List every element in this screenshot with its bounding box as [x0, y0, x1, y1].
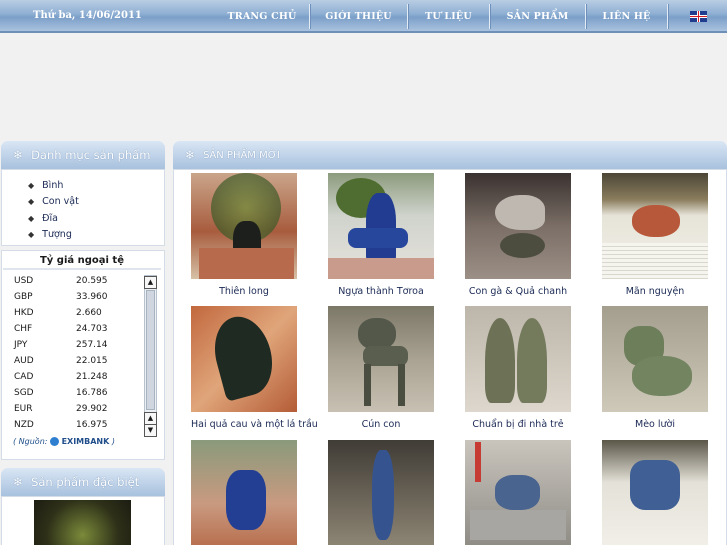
rate-scrollbar[interactable]: ▲ ▲ ▼ — [144, 275, 157, 437]
new-products-title: SẢN PHẨM MỚI — [203, 149, 280, 161]
nav-contact[interactable]: LIÊN HỆ — [586, 0, 667, 33]
category-item-tuong[interactable]: ◆ Tượng — [28, 227, 79, 244]
bullet-icon: ◆ — [28, 180, 35, 190]
rate-row: NZD 16.975 — [14, 420, 108, 430]
product-image[interactable] — [602, 440, 708, 545]
product-image[interactable] — [191, 440, 297, 545]
rate-row: JPY 257.14 — [14, 340, 108, 350]
special-products-header: ❄ Sản phẩm đặc biệt — [1, 468, 165, 496]
product-card[interactable]: Ngựa thành Tơroa — [328, 173, 434, 297]
product-card[interactable] — [191, 440, 297, 545]
product-image[interactable] — [328, 173, 434, 279]
rate-row: GBP 33.960 — [14, 292, 108, 302]
bullet-icon: ◆ — [28, 197, 35, 207]
new-products-header: ❄ SẢN PHẨM MỚI — [173, 141, 727, 169]
scroll-up-icon[interactable]: ▲ — [144, 276, 157, 289]
category-list: ◆ Bình ◆ Con vật ◆ Đĩa ◆ Tượng — [28, 177, 79, 243]
product-name[interactable]: Mèo lười — [602, 419, 708, 430]
nav-home[interactable]: TRANG CHỦ — [215, 0, 309, 33]
categories-box — [1, 169, 165, 246]
product-name[interactable]: Chuẩn bị đi nhà trẻ — [465, 419, 571, 430]
product-image[interactable] — [191, 306, 297, 412]
nav-about[interactable]: GIỚI THIỆU — [310, 0, 407, 33]
snowflake-icon: ❄ — [13, 148, 24, 162]
product-name[interactable]: Ngựa thành Tơroa — [328, 286, 434, 297]
snowflake-icon: ❄ — [185, 148, 196, 162]
uk-flag-icon[interactable] — [690, 11, 707, 22]
product-name[interactable]: Hai quả cau và một lá trầu — [191, 419, 318, 430]
product-image[interactable] — [328, 306, 434, 412]
product-card[interactable] — [465, 440, 571, 545]
product-image[interactable] — [465, 306, 571, 412]
category-item-dia[interactable]: ◆ Đĩa — [28, 210, 79, 227]
rate-row: CAD 21.248 — [14, 372, 108, 382]
snowflake-icon: ❄ — [13, 475, 24, 489]
categories-header: ❄ Danh mục sản phẩm — [1, 141, 165, 169]
rate-row: AUD 22.015 — [14, 356, 108, 366]
special-products-title: Sản phẩm đặc biệt — [31, 475, 140, 489]
product-card[interactable]: Con gà & Quả chanh — [465, 173, 571, 297]
rate-row: USD 20.595 — [14, 276, 108, 286]
product-card[interactable]: Mèo lười — [602, 306, 708, 430]
top-nav-bar: Thứ ba, 14/06/2011 TRANG CHỦ GIỚI THIỆU … — [0, 0, 727, 33]
rate-row: SGD 16.786 — [14, 388, 108, 398]
product-name[interactable]: Mãn nguyện — [602, 286, 708, 297]
rate-row: EUR 29.902 — [14, 404, 108, 414]
rate-source: ( Nguồn: EXIMBANK ) — [13, 437, 115, 446]
product-card[interactable]: Thiên long — [191, 173, 297, 297]
bullet-icon: ◆ — [28, 230, 35, 240]
product-image[interactable] — [602, 306, 708, 412]
categories-title: Danh mục sản phẩm — [31, 148, 151, 162]
nav-divider — [667, 4, 668, 29]
product-card[interactable]: Cún con — [328, 306, 434, 430]
product-card[interactable]: Chuẩn bị đi nhà trẻ — [465, 306, 571, 430]
product-image[interactable] — [191, 173, 297, 279]
product-image[interactable] — [328, 440, 434, 545]
product-card[interactable] — [602, 440, 708, 545]
exchange-rate-title: Tỷ giá ngoại tệ — [3, 252, 161, 270]
category-item-binh[interactable]: ◆ Bình — [28, 177, 79, 194]
product-card[interactable] — [328, 440, 434, 545]
product-card[interactable]: Hai quả cau và một lá trầu — [191, 306, 318, 430]
nav-products[interactable]: SẢN PHẨM — [490, 0, 585, 33]
current-date: Thứ ba, 14/06/2011 — [33, 10, 142, 21]
product-image[interactable] — [465, 440, 571, 545]
category-item-con-vat[interactable]: ◆ Con vật — [28, 194, 79, 211]
product-image[interactable] — [465, 173, 571, 279]
eximbank-logo-icon — [50, 437, 60, 446]
special-product-image[interactable] — [34, 500, 131, 545]
product-card[interactable]: Mãn nguyện — [602, 173, 708, 297]
product-image[interactable] — [602, 173, 708, 279]
product-name[interactable]: Cún con — [328, 419, 434, 430]
rate-row: CHF 24.703 — [14, 324, 108, 334]
rate-row: HKD 2.660 — [14, 308, 102, 318]
product-name[interactable]: Con gà & Quả chanh — [465, 286, 571, 297]
nav-documents[interactable]: TƯ LIỆU — [408, 0, 489, 33]
scroll-down-icon[interactable]: ▼ — [144, 424, 157, 437]
scroll-thumb[interactable] — [146, 290, 155, 410]
bullet-icon: ◆ — [28, 213, 35, 223]
product-name[interactable]: Thiên long — [191, 286, 297, 297]
